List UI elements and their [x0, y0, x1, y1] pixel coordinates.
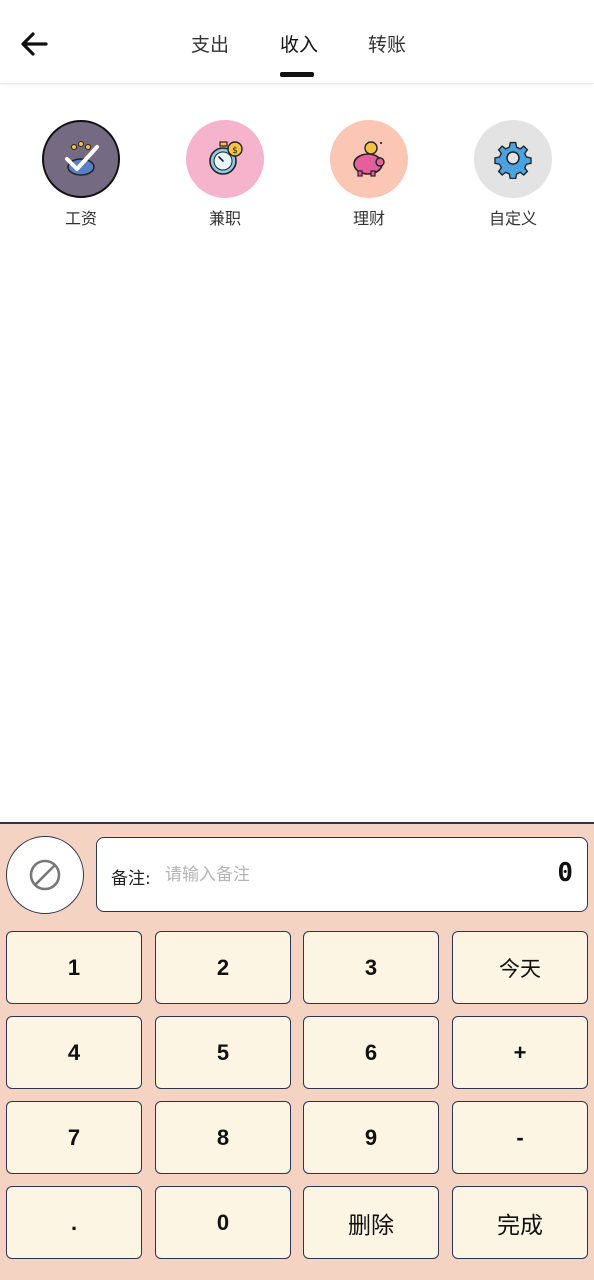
category-salary[interactable]: 工资	[31, 120, 131, 229]
key-4[interactable]: 4	[6, 1016, 142, 1089]
svg-text:$: $	[232, 146, 238, 156]
category-part-time[interactable]: $ 兼职	[175, 120, 275, 229]
note-label: 备注:	[111, 869, 151, 889]
category-label: 理财	[352, 209, 385, 228]
done-button[interactable]: 完成	[452, 1186, 588, 1259]
minus-button[interactable]: -	[452, 1101, 588, 1174]
category-investment[interactable]: 理财	[319, 120, 419, 229]
active-tab-indicator	[280, 72, 314, 77]
cancel-button[interactable]	[6, 836, 84, 914]
key-8[interactable]: 8	[155, 1101, 291, 1174]
gear-icon	[494, 141, 532, 179]
delete-button[interactable]: 删除	[303, 1186, 439, 1259]
salary-icon	[65, 141, 99, 176]
key-0[interactable]: 0	[155, 1186, 291, 1259]
category-icon-circle	[474, 120, 552, 198]
category-custom[interactable]: 自定义	[463, 120, 563, 229]
key-1[interactable]: 1	[6, 931, 142, 1004]
category-icon-circle: $	[186, 120, 264, 198]
category-label: 工资	[64, 209, 97, 228]
date-button[interactable]: 今天	[452, 931, 588, 1004]
category-label: 自定义	[488, 209, 537, 228]
note-input[interactable]	[165, 859, 525, 891]
plus-button[interactable]: +	[452, 1016, 588, 1089]
keypad-panel: 备注: 0 1 2 3 今天 4 5 6 + 7 8 9 - . 0 删除 完成	[0, 822, 594, 1280]
tab-expense[interactable]: 支出	[191, 30, 229, 57]
category-icon-circle	[330, 120, 408, 198]
type-tabs: 支出 收入 转账	[0, 0, 594, 84]
key-6[interactable]: 6	[303, 1016, 439, 1089]
category-icon-circle	[42, 120, 120, 198]
tab-transfer[interactable]: 转账	[368, 30, 406, 57]
stopwatch-icon: $	[209, 141, 243, 175]
note-field: 备注: 0	[96, 837, 588, 912]
top-bar: 支出 收入 转账	[0, 0, 594, 84]
amount-display: 0	[557, 858, 573, 888]
key-3[interactable]: 3	[303, 931, 439, 1004]
key-9[interactable]: 9	[303, 1101, 439, 1174]
category-label: 兼职	[208, 209, 241, 228]
decimal-point-button[interactable]: .	[6, 1186, 142, 1259]
key-5[interactable]: 5	[155, 1016, 291, 1089]
tab-income[interactable]: 收入	[280, 30, 318, 57]
key-7[interactable]: 7	[6, 1101, 142, 1174]
piggy-bank-icon	[353, 141, 385, 177]
key-2[interactable]: 2	[155, 931, 291, 1004]
prohibit-icon	[29, 859, 61, 891]
